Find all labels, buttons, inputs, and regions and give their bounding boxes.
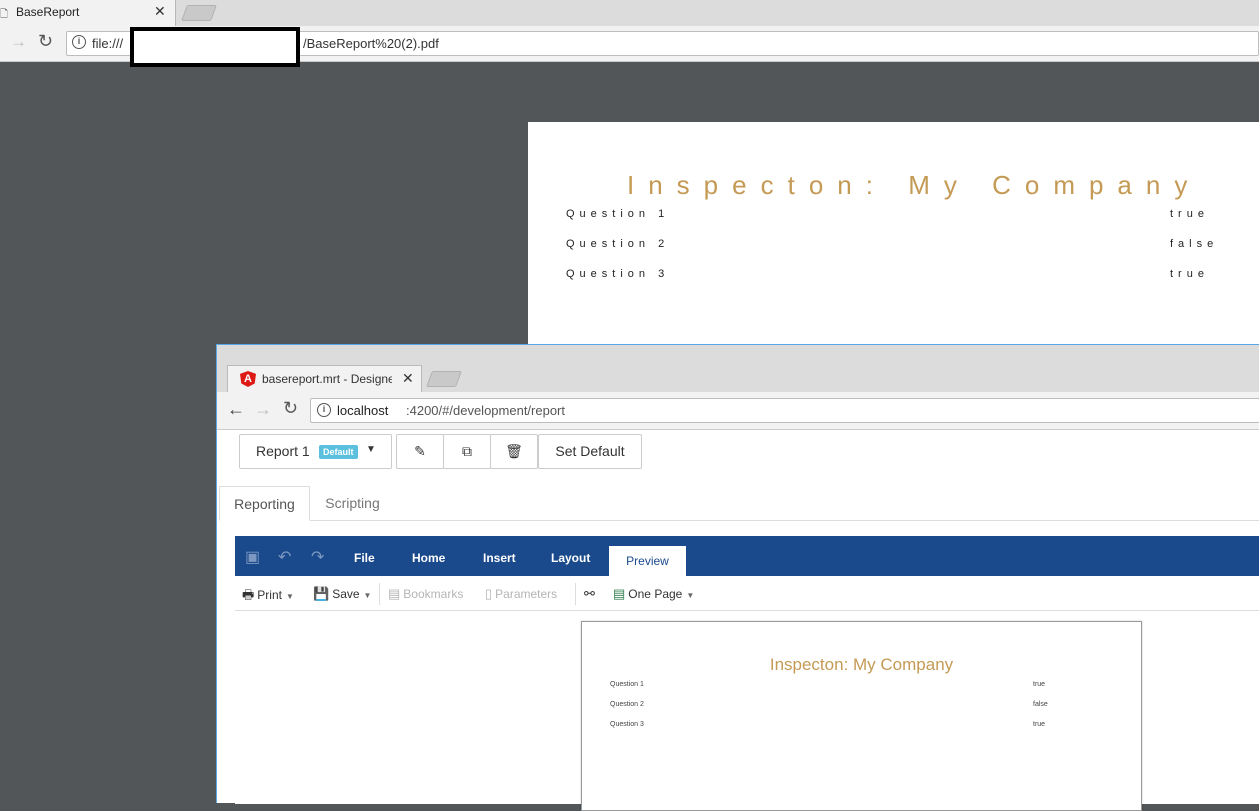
- caret-down-icon: ▼: [363, 591, 372, 600]
- edit-report-button[interactable]: ✎: [396, 434, 444, 469]
- ribbon-tab-home[interactable]: Home: [412, 551, 445, 565]
- toolbar-divider: [575, 583, 576, 605]
- floppy-icon: 💾: [313, 586, 330, 601]
- bookmarks-button[interactable]: ▤ Bookmarks: [388, 586, 463, 602]
- undo-icon[interactable]: ↶: [278, 547, 291, 567]
- address-bar[interactable]: i localhost :4200/#/development/report: [310, 398, 1259, 423]
- parameters-label: Parameters: [495, 587, 558, 601]
- trash-icon: 🗑: [505, 443, 523, 459]
- printer-icon: 🖶: [242, 587, 255, 602]
- document-icon: 🗋: [0, 9, 9, 20]
- copy-icon: ⧉: [462, 443, 472, 459]
- redaction-box: [130, 27, 300, 67]
- designer-browser-window: A basereport.mrt - Designer ✕ ← → ↻ i lo…: [216, 344, 1259, 811]
- tab-title: basereport.mrt - Designer: [262, 372, 392, 386]
- preview-toolbar: 🖶 Print ▼ 💾 Save ▼ ▤ Bookmarks ▯ Parameters ⚯ …: [235, 576, 1259, 611]
- pdf-browser-tabstrip: 🗋 BaseReport ✕: [0, 0, 1259, 26]
- copy-report-button[interactable]: ⧉: [443, 434, 491, 469]
- preview-answer: true: [1033, 681, 1046, 688]
- ribbon-tab-insert[interactable]: Insert: [483, 551, 516, 565]
- redo-icon[interactable]: ↷: [311, 547, 324, 567]
- report-select-label: Report 1: [256, 443, 310, 459]
- preview-answer: true: [1033, 721, 1046, 728]
- url-suffix: /BaseReport%20(2).pdf: [303, 36, 439, 51]
- bookmarks-label: Bookmarks: [403, 587, 464, 601]
- set-default-label: Set Default: [555, 443, 625, 459]
- preview-title: Inspecton: My Company: [769, 655, 954, 674]
- pdf-question: Question 3: [566, 268, 670, 280]
- forward-arrow-icon[interactable]: →: [10, 32, 27, 52]
- view-mode-button[interactable]: ▤ One Page ▼: [613, 586, 694, 602]
- new-tab-button[interactable]: [426, 371, 462, 387]
- find-button[interactable]: ⚯: [584, 586, 598, 602]
- print-button[interactable]: 🖶 Print ▼: [242, 586, 294, 608]
- set-default-button[interactable]: Set Default: [538, 434, 642, 469]
- nav-tabs: Reporting Scripting: [219, 486, 1259, 521]
- close-icon[interactable]: ✕: [154, 3, 166, 20]
- reload-icon[interactable]: ↻: [283, 398, 298, 419]
- preview-question: Question 2: [610, 701, 644, 708]
- caret-down-icon: ▼: [285, 592, 294, 601]
- preview-page: Inspecton: My Company Question 1 true Qu…: [581, 621, 1142, 811]
- delete-report-button[interactable]: 🗑: [490, 434, 538, 469]
- report-select-dropdown[interactable]: Report 1 Default ▼: [239, 434, 392, 469]
- tab-reporting[interactable]: Reporting: [219, 486, 310, 521]
- angular-icon: A: [240, 371, 256, 387]
- info-icon[interactable]: i: [72, 35, 86, 49]
- designer-browser-tabstrip: A basereport.mrt - Designer ✕: [217, 345, 1259, 392]
- print-label: Print: [257, 588, 282, 602]
- preview-answer: false: [1033, 701, 1048, 708]
- info-icon[interactable]: i: [317, 403, 331, 417]
- caret-down-icon: ▼: [366, 444, 376, 455]
- ribbon-tab-file[interactable]: File: [354, 551, 375, 565]
- pdf-page: Inspecton: My Company Question 1 true Qu…: [528, 122, 1259, 347]
- url-path: :4200/#/development/report: [406, 403, 565, 418]
- save-disk-icon[interactable]: ▣: [245, 547, 260, 567]
- pdf-answer: true: [1170, 208, 1209, 220]
- tab-scripting[interactable]: Scripting: [310, 486, 395, 520]
- pdf-title: Inspecton: My Company: [627, 170, 1202, 200]
- forward-arrow-icon[interactable]: →: [254, 399, 272, 420]
- back-arrow-icon[interactable]: ←: [227, 399, 245, 420]
- tab-title: BaseReport: [16, 5, 80, 19]
- designer-browser-toolbar: ← → ↻ i localhost :4200/#/development/re…: [217, 392, 1259, 430]
- preview-question: Question 1: [610, 681, 644, 688]
- close-icon[interactable]: ✕: [402, 370, 414, 387]
- edit-icon: ✎: [414, 443, 426, 459]
- preview-question: Question 3: [610, 721, 644, 728]
- toolbar-divider: [379, 583, 380, 605]
- designer-ribbon: ▣ ↶ ↷ File Home Insert Layout Preview: [235, 536, 1259, 576]
- pdf-question: Question 2: [566, 238, 670, 250]
- parameters-icon: ▯: [485, 586, 493, 601]
- pdf-answer: true: [1170, 268, 1209, 280]
- default-badge: Default: [319, 445, 358, 459]
- caret-down-icon: ▼: [686, 591, 695, 600]
- designer-browser-tab[interactable]: A basereport.mrt - Designer ✕: [227, 365, 422, 392]
- page-icon: ▤: [613, 586, 626, 601]
- ribbon-tab-layout[interactable]: Layout: [551, 551, 590, 565]
- pdf-answer: false: [1170, 238, 1219, 250]
- ribbon-tab-preview[interactable]: Preview: [609, 546, 686, 576]
- view-mode-label: One Page: [628, 587, 683, 601]
- save-button[interactable]: 💾 Save ▼: [313, 586, 371, 602]
- pdf-browser-tab[interactable]: 🗋 BaseReport ✕: [0, 0, 176, 26]
- new-tab-button[interactable]: [181, 5, 217, 21]
- reload-icon[interactable]: ↻: [38, 31, 53, 52]
- binoculars-icon: ⚯: [584, 586, 595, 601]
- parameters-button[interactable]: ▯ Parameters: [485, 586, 557, 602]
- bookmarks-icon: ▤: [388, 586, 401, 601]
- preview-area[interactable]: Inspecton: My Company Question 1 true Qu…: [235, 611, 1259, 811]
- url-host: localhost: [337, 403, 389, 418]
- save-label: Save: [332, 587, 360, 601]
- url-prefix: file:///: [92, 36, 124, 51]
- pdf-question: Question 1: [566, 208, 670, 220]
